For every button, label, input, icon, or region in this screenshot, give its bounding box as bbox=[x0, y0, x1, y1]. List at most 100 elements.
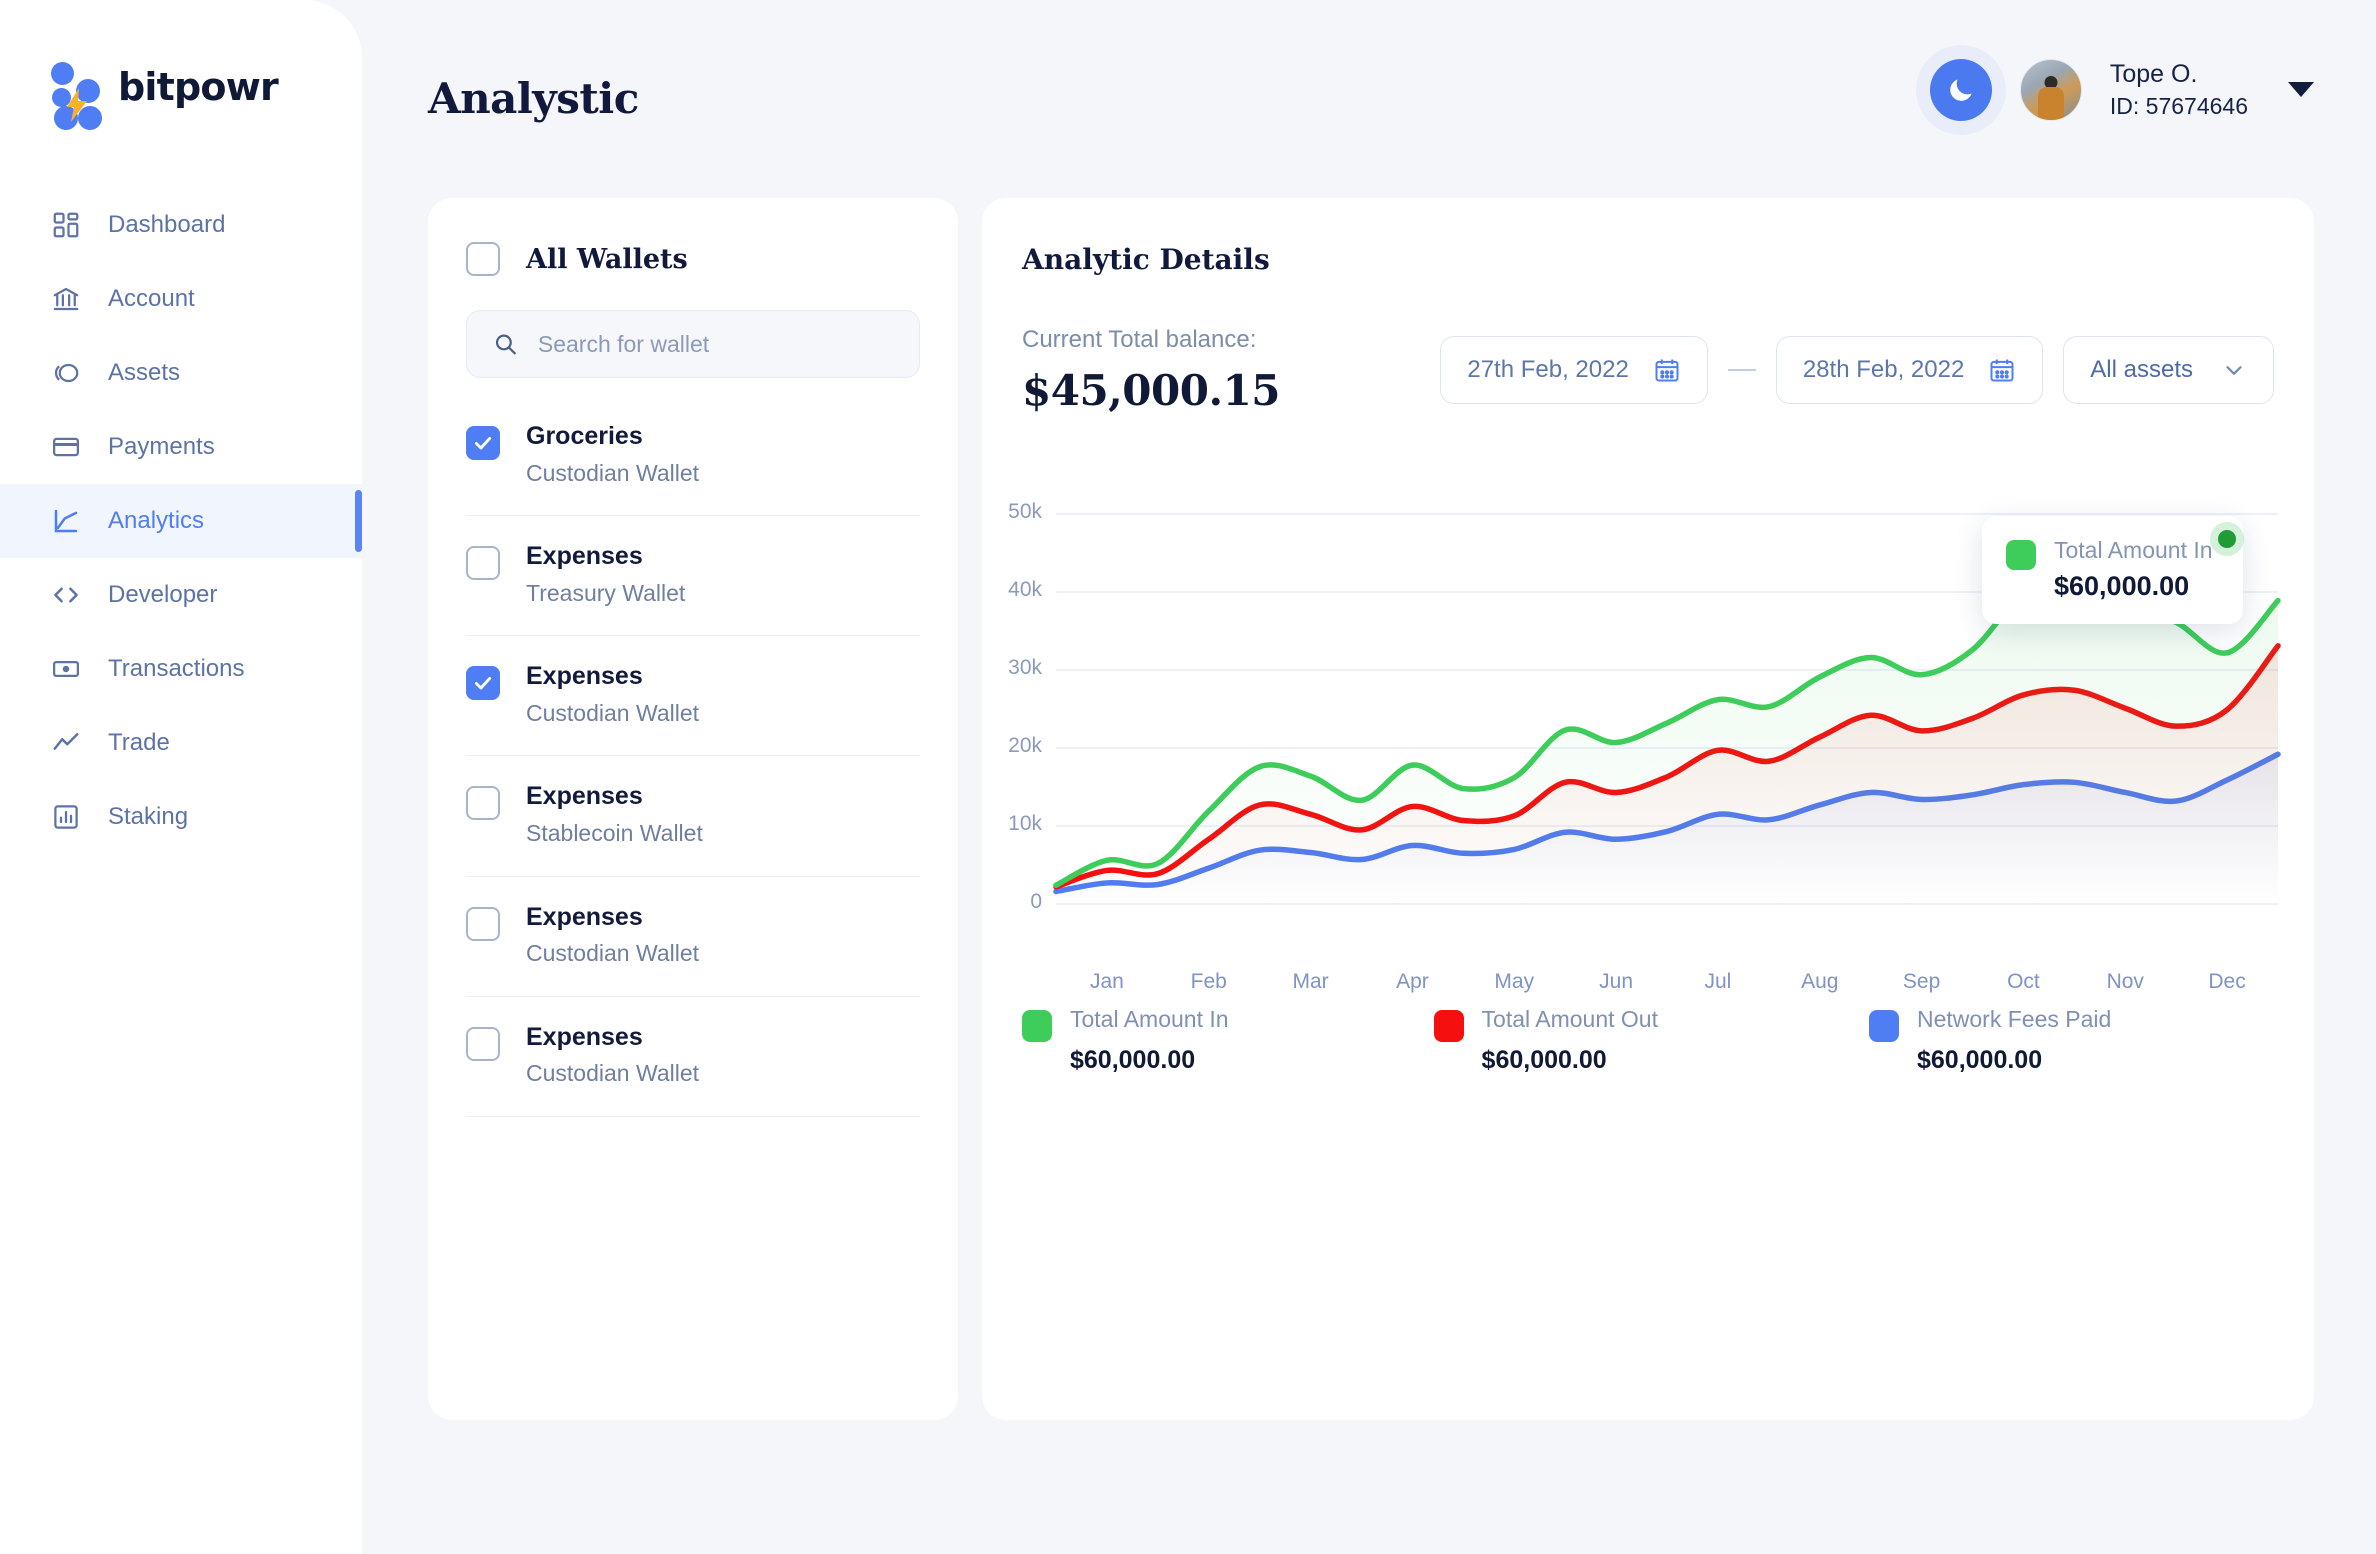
y-axis-tick-label: 30k bbox=[1008, 656, 1042, 679]
chevron-down-icon bbox=[2226, 366, 2242, 375]
all-wallets-row[interactable]: All Wallets bbox=[428, 198, 958, 276]
sidebar-item-trade[interactable]: Trade bbox=[0, 706, 362, 780]
list-item[interactable]: Expenses Stablecoin Wallet bbox=[466, 756, 920, 877]
chart-controls: 27th Feb, 2022 28th Feb, 2022 All assets bbox=[1440, 336, 2274, 404]
sidebar-item-account[interactable]: Account bbox=[0, 262, 362, 336]
asset-filter-value: All assets bbox=[2090, 356, 2193, 383]
wallet-name: Expenses bbox=[526, 542, 643, 571]
balance-value: $45,000.15 bbox=[1022, 366, 1281, 415]
list-item[interactable]: Expenses Custodian Wallet bbox=[466, 636, 920, 757]
date-from-picker[interactable]: 27th Feb, 2022 bbox=[1440, 336, 1708, 404]
wallet-name: Expenses bbox=[526, 662, 643, 691]
avatar[interactable] bbox=[2019, 58, 2082, 121]
sidebar-item-staking[interactable]: Staking bbox=[0, 780, 362, 854]
legend-series-name: Network Fees Paid bbox=[1916, 1006, 2112, 1032]
wallet-checkbox[interactable] bbox=[466, 546, 500, 581]
bar-chart-icon bbox=[50, 801, 82, 833]
list-item[interactable]: Expenses Treasury Wallet bbox=[466, 516, 920, 637]
chevron-down-icon[interactable] bbox=[2288, 82, 2314, 98]
wallet-checkbox[interactable] bbox=[466, 786, 500, 821]
wallet-type: Custodian Wallet bbox=[526, 940, 700, 967]
x-axis-tick-label: Sep bbox=[1902, 970, 1941, 993]
moon-icon bbox=[1950, 79, 1972, 101]
analytics-chart: 0 10k 20k 30k 40k 50k Jan Feb Mar Apr May Jun Jul Au… bbox=[982, 488, 2314, 993]
assets-icon bbox=[50, 357, 82, 389]
wallet-list: Groceries Custodian Wallet Expenses Trea… bbox=[466, 396, 920, 1117]
legend-item[interactable]: Total Amount In $60,000.00 bbox=[1022, 1006, 1229, 1075]
wallet-checkbox[interactable] bbox=[466, 426, 500, 460]
tooltip-series-name: Total Amount In bbox=[2054, 537, 2213, 563]
balance-label: Current Total balance: bbox=[1022, 326, 1257, 353]
analytics-icon bbox=[50, 505, 82, 537]
brand-logo[interactable]: bitpowr bbox=[50, 62, 279, 130]
chart-tooltip: Total Amount In $60,000.00 bbox=[1982, 516, 2243, 624]
legend-color-swatch bbox=[1868, 1010, 1899, 1042]
legend-series-name: Total Amount Out bbox=[1481, 1006, 1658, 1032]
x-axis-tick-label: May bbox=[1494, 970, 1535, 993]
tooltip-value: $60,000.00 bbox=[2054, 570, 2190, 601]
sidebar-item-assets[interactable]: Assets bbox=[0, 336, 362, 410]
sidebar-item-label: Trade bbox=[108, 729, 170, 756]
sidebar-item-developer[interactable]: Developer bbox=[0, 558, 362, 632]
legend-item[interactable]: Total Amount Out $60,000.00 bbox=[1433, 1006, 1658, 1075]
all-wallets-checkbox[interactable] bbox=[466, 242, 500, 276]
sidebar-item-transactions[interactable]: Transactions bbox=[0, 632, 362, 706]
date-to-value: 28th Feb, 2022 bbox=[1802, 356, 1965, 383]
sidebar-item-label: Developer bbox=[108, 581, 218, 608]
wallet-name: Expenses bbox=[526, 782, 643, 811]
user-name: Tope O. bbox=[2109, 60, 2198, 88]
wallet-type: Custodian Wallet bbox=[526, 459, 700, 486]
legend-series-value: $60,000.00 bbox=[1916, 1045, 2043, 1074]
sidebar-item-label: Analytics bbox=[108, 507, 205, 534]
date-range-separator bbox=[1727, 369, 1756, 371]
y-axis-tick-label: 10k bbox=[1008, 812, 1042, 835]
x-axis-tick-label: Jun bbox=[1599, 970, 1633, 993]
search-input[interactable] bbox=[537, 330, 893, 358]
sidebar-item-payments[interactable]: Payments bbox=[0, 410, 362, 484]
legend-series-value: $60,000.00 bbox=[1481, 1045, 1607, 1074]
search-icon bbox=[495, 334, 516, 355]
wallet-type: Custodian Wallet bbox=[526, 1060, 700, 1087]
wallet-search-box[interactable] bbox=[466, 310, 920, 378]
x-axis-tick-label: Mar bbox=[1292, 970, 1329, 993]
y-axis-tick-label: 20k bbox=[1008, 734, 1042, 757]
current-balance: Current Total balance: $45,000.15 bbox=[1022, 326, 1281, 415]
list-item[interactable]: Expenses Custodian Wallet bbox=[466, 997, 920, 1117]
sidebar-item-dashboard[interactable]: Dashboard bbox=[0, 188, 362, 262]
dashboard-icon bbox=[50, 209, 82, 241]
wallet-checkbox[interactable] bbox=[466, 1026, 500, 1061]
x-axis-tick-label: Nov bbox=[2106, 970, 2144, 993]
chart-legend: Total Amount In $60,000.00 Total Amount Ou… bbox=[1022, 1006, 2111, 1075]
sidebar-item-label: Payments bbox=[108, 433, 215, 460]
sidebar-item-analytics[interactable]: Analytics bbox=[0, 484, 362, 558]
wallet-checkbox[interactable] bbox=[466, 666, 500, 701]
tooltip-color-swatch bbox=[2006, 540, 2036, 570]
banknote-icon bbox=[50, 653, 82, 685]
wallet-name: Expenses bbox=[526, 1022, 643, 1051]
wallet-type: Stablecoin Wallet bbox=[526, 819, 703, 846]
x-axis-tick-label: Jul bbox=[1704, 970, 1732, 993]
trend-icon bbox=[50, 727, 82, 759]
wallet-type: Treasury Wallet bbox=[526, 579, 686, 606]
theme-toggle-button[interactable] bbox=[1929, 58, 1992, 121]
sidebar-item-label: Staking bbox=[108, 803, 189, 830]
wallet-name: Groceries bbox=[526, 422, 643, 450]
bank-icon bbox=[50, 283, 82, 315]
calendar-icon bbox=[1655, 359, 1679, 382]
chart-hover-point bbox=[2210, 522, 2244, 556]
brand-name: bitpowr bbox=[118, 65, 279, 109]
date-to-picker[interactable]: 28th Feb, 2022 bbox=[1775, 336, 2044, 404]
list-item[interactable]: Expenses Custodian Wallet bbox=[466, 877, 920, 997]
asset-filter-select[interactable]: All assets bbox=[2063, 336, 2274, 404]
sidebar-item-label: Assets bbox=[108, 359, 181, 386]
sidebar-item-label: Dashboard bbox=[108, 211, 226, 238]
legend-item[interactable]: Network Fees Paid $60,000.00 bbox=[1868, 1006, 2112, 1075]
header-actions: Tope O. ID: 57674646 bbox=[1929, 58, 2314, 121]
sidebar: bitpowr Dashboard Account Assets Payment… bbox=[0, 0, 362, 1554]
bolt-icon bbox=[67, 88, 87, 122]
wallet-checkbox[interactable] bbox=[466, 906, 500, 941]
card-icon bbox=[50, 431, 82, 463]
legend-color-swatch bbox=[1022, 1010, 1052, 1042]
list-item[interactable]: Groceries Custodian Wallet bbox=[466, 396, 920, 517]
date-from-value: 27th Feb, 2022 bbox=[1467, 356, 1629, 383]
